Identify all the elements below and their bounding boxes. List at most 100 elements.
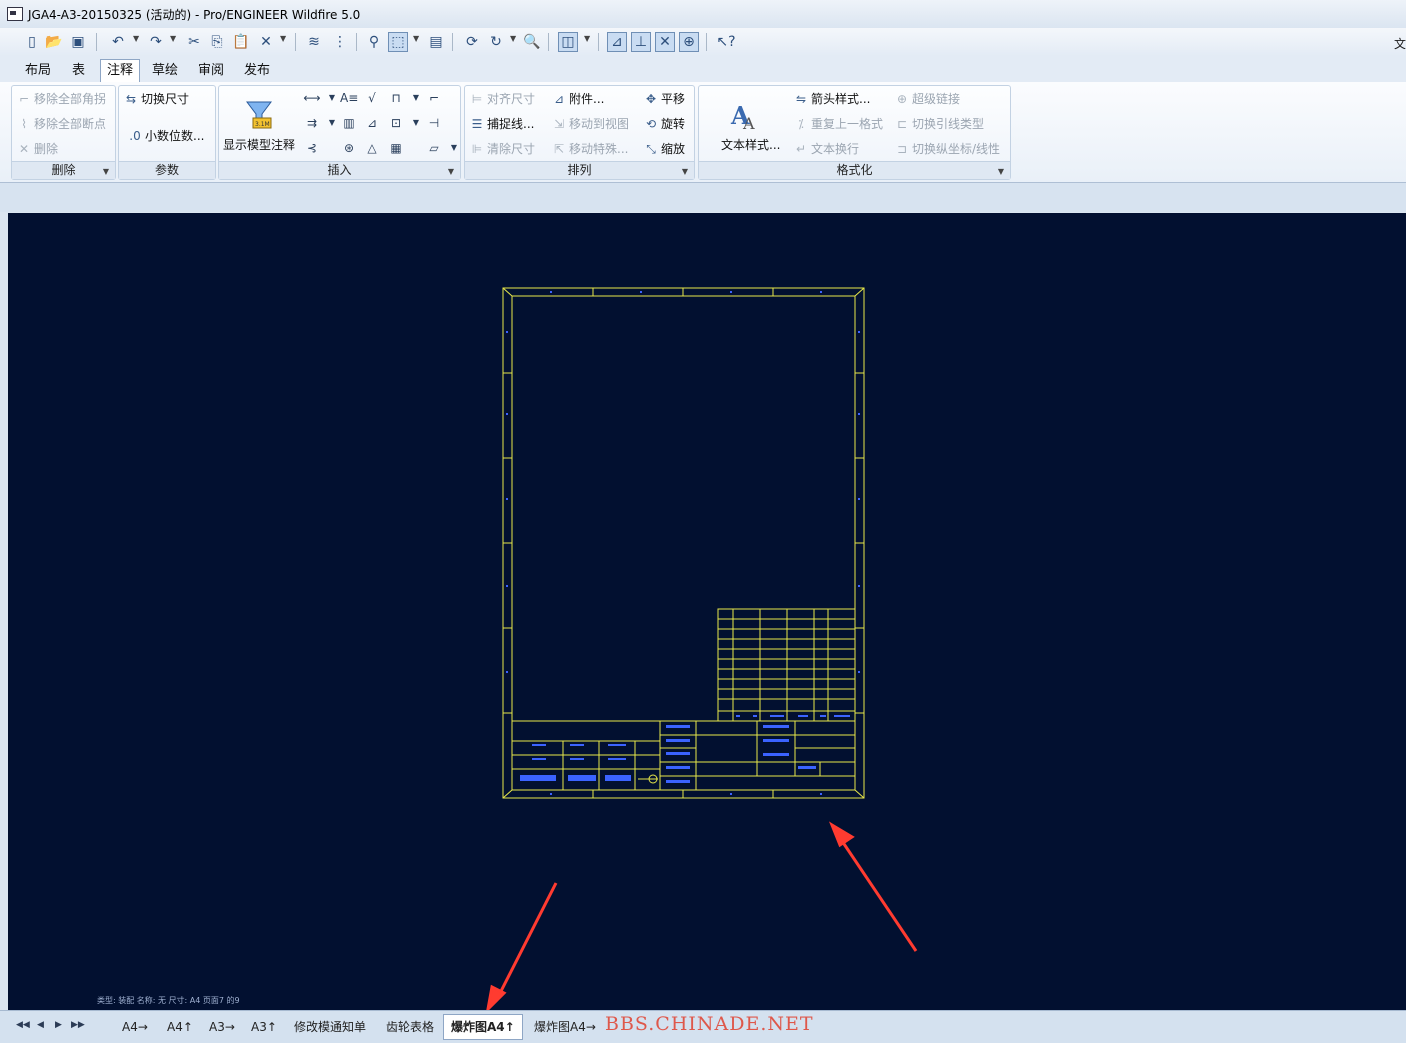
group-expand-icon[interactable]: ▼: [103, 167, 109, 176]
text-style-button[interactable]: 文本样式...: [721, 136, 780, 153]
sheet-tab[interactable]: A3→: [202, 1015, 242, 1039]
tab-review[interactable]: 审阅: [192, 60, 230, 81]
refresh-dropdown-icon[interactable]: ▼: [510, 34, 516, 43]
snap-lines-button[interactable]: ☰ 捕捉线...: [469, 114, 535, 134]
zoom-in-icon[interactable]: 🔍: [522, 32, 542, 52]
sheet-tab-active[interactable]: 爆炸图A4↑: [443, 1014, 523, 1040]
balloon-icon[interactable]: ⊰: [303, 139, 321, 157]
coordinate-systems-icon[interactable]: ⊕: [679, 32, 699, 52]
group-expand-icon[interactable]: ▼: [998, 167, 1004, 176]
delete-button[interactable]: ✕ 删除: [16, 139, 58, 159]
note-icon[interactable]: A≡: [340, 89, 358, 107]
sheet-tab[interactable]: A3↑: [244, 1015, 284, 1039]
paste-icon[interactable]: 📋: [231, 32, 251, 52]
sheet-tab[interactable]: 修改模通知单: [287, 1015, 373, 1039]
datum-target-icon[interactable]: ⊛: [340, 139, 358, 157]
select-dropdown-icon[interactable]: ▼: [413, 34, 419, 43]
toggle-ordinate-linear-button[interactable]: ⊐ 切换纵坐标/线性: [894, 139, 1000, 159]
context-help-icon[interactable]: ↖?: [716, 32, 736, 52]
datum-axes-icon[interactable]: ⊥: [631, 32, 651, 52]
cleanup-dimensions-button[interactable]: ⊫ 清除尺寸: [469, 139, 535, 159]
move-special-icon: ⇱: [553, 142, 565, 156]
sheet-tab[interactable]: A4→: [115, 1015, 155, 1039]
layer-icon[interactable]: ≋: [304, 32, 324, 52]
symbol-icon[interactable]: ⊡: [387, 114, 405, 132]
repeat-last-format-button[interactable]: ⁒ 重复上一格式: [793, 114, 883, 134]
translate-button[interactable]: ✥ 平移: [643, 89, 685, 109]
redo-icon[interactable]: ↷: [146, 32, 166, 52]
select-box-icon[interactable]: ⬚: [388, 32, 408, 52]
decimal-places-button[interactable]: .0 小数位数...: [127, 126, 204, 146]
open-folder-icon[interactable]: 📂: [44, 32, 64, 52]
scale-button[interactable]: ⤡ 缩放: [643, 139, 685, 159]
sheet-tab[interactable]: 齿轮表格: [379, 1015, 441, 1039]
table-insert-icon[interactable]: ▦: [387, 139, 405, 157]
toggle-leader-type-button[interactable]: ⊏ 切换引线类型: [894, 114, 984, 134]
show-model-annotations-button[interactable]: 显示模型注释: [223, 136, 295, 153]
next-sheet-icon[interactable]: ▶: [55, 1020, 62, 1030]
dropdown-icon[interactable]: ▼: [407, 89, 425, 107]
undo-icon[interactable]: ↶: [108, 32, 128, 52]
surface-finish-icon[interactable]: √: [363, 89, 381, 107]
save-icon[interactable]: ▣: [68, 32, 88, 52]
group-expand-icon[interactable]: ▼: [682, 167, 688, 176]
first-sheet-icon[interactable]: ◀◀: [16, 1020, 30, 1030]
delete-icon[interactable]: ✕: [256, 32, 276, 52]
hatch-icon[interactable]: ▱: [425, 139, 443, 157]
weld-symbol-icon[interactable]: △: [363, 139, 381, 157]
move-special-button[interactable]: ⇱ 移动特殊...: [551, 139, 628, 159]
remove-all-breaks-button[interactable]: ⌇ 移除全部断点: [16, 114, 106, 134]
tab-layout[interactable]: 布局: [19, 60, 57, 81]
dropdown-icon[interactable]: ▼: [445, 139, 463, 157]
attachment-button[interactable]: ⊿ 附件...: [551, 89, 604, 109]
display-style-icon[interactable]: ◫: [558, 32, 578, 52]
prev-sheet-icon[interactable]: ◀: [37, 1020, 44, 1030]
regenerate-icon[interactable]: ⟳: [462, 32, 482, 52]
dropdown-icon[interactable]: ▼: [407, 114, 425, 132]
sheet-tab[interactable]: 爆炸图A4→: [527, 1015, 603, 1039]
align-dimensions-button[interactable]: ⊨ 对齐尺寸: [469, 89, 535, 109]
rotate-button[interactable]: ⟲ 旋转: [643, 114, 685, 134]
copy-icon[interactable]: ⎘: [207, 32, 227, 52]
display-dropdown-icon[interactable]: ▼: [584, 34, 590, 43]
tab-table[interactable]: 表: [66, 60, 91, 81]
redo-dropdown-icon[interactable]: ▼: [170, 34, 176, 43]
properties-icon[interactable]: ▤: [426, 32, 446, 52]
model-tree-icon[interactable]: ⋮: [330, 32, 350, 52]
app-icon: [7, 7, 23, 21]
hyperlink-button[interactable]: ⊕ 超级链接: [894, 89, 960, 109]
toggle-dim-icon: ⇆: [125, 92, 137, 106]
undo-dropdown-icon[interactable]: ▼: [133, 34, 139, 43]
tab-publish[interactable]: 发布: [238, 60, 276, 81]
last-sheet-icon[interactable]: ▶▶: [71, 1020, 85, 1030]
arrow-style-button[interactable]: ⇋ 箭头样式...: [793, 89, 870, 109]
datum-points-icon[interactable]: ✕: [655, 32, 675, 52]
new-file-icon[interactable]: ▯: [22, 32, 42, 52]
delete-dropdown-icon[interactable]: ▼: [280, 34, 286, 43]
find-icon[interactable]: ⚲: [364, 32, 384, 52]
dimension-icon[interactable]: ⟷: [303, 89, 321, 107]
show-model-annotations-icon[interactable]: 3.1M: [243, 100, 275, 132]
dropdown-icon[interactable]: ▼: [323, 89, 341, 107]
sheet-tab[interactable]: A4↑: [160, 1015, 200, 1039]
ordinate-icon[interactable]: ⊓: [387, 89, 405, 107]
datum-planes-icon[interactable]: ⊿: [607, 32, 627, 52]
drawing-canvas[interactable]: 类型: 装配 名称: 无 尺寸: A4 页面7 的9: [8, 213, 1406, 1010]
text-wrap-button[interactable]: ↵ 文本换行: [793, 139, 859, 159]
tab-annotate[interactable]: 注释: [100, 59, 141, 83]
remove-all-jogs-button[interactable]: ⌐ 移除全部角拐: [16, 89, 106, 109]
toggle-dimension-button[interactable]: ⇆ 切换尺寸: [123, 89, 189, 109]
cut-icon[interactable]: ✂: [184, 32, 204, 52]
datum-feature-icon[interactable]: ⊿: [363, 114, 381, 132]
file-menu-clipped[interactable]: 文: [1394, 35, 1406, 52]
group-expand-icon[interactable]: ▼: [448, 167, 454, 176]
jog-insert-icon[interactable]: ⊣: [425, 114, 443, 132]
reference-dimension-icon[interactable]: ⇉: [303, 114, 321, 132]
text-style-icon[interactable]: A A: [729, 100, 761, 133]
leader-icon[interactable]: ⌐: [425, 89, 443, 107]
tab-sketch[interactable]: 草绘: [146, 60, 184, 81]
geometric-tolerance-icon[interactable]: ▥: [340, 114, 358, 132]
dropdown-icon[interactable]: ▼: [323, 114, 341, 132]
move-to-view-button[interactable]: ⇲ 移动到视图: [551, 114, 629, 134]
refresh-icon[interactable]: ↻: [486, 32, 506, 52]
